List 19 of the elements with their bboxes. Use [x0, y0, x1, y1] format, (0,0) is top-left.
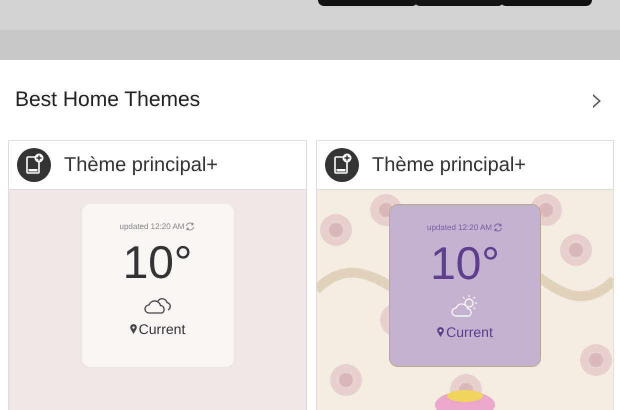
refresh-icon [492, 223, 503, 232]
theme-card[interactable]: Thème principal+ updated 12:20 AM 10° Current [316, 140, 614, 410]
refresh-icon [185, 222, 196, 231]
temperature: 10° [122, 239, 192, 285]
temperature: 10° [430, 240, 500, 286]
sun-cloud-icon [451, 294, 479, 318]
theme-icon [17, 148, 51, 182]
more-chevron[interactable]: › [586, 83, 608, 117]
location-pin-icon [437, 327, 444, 337]
location-pin-icon [130, 324, 137, 334]
theme-card[interactable]: Thème principal+ updated 12:20 AM 10° Current [8, 140, 307, 410]
updated-time: updated 12:20 AM [427, 223, 492, 232]
theme-name: Thème principal+ [372, 154, 526, 176]
theme-icon [325, 148, 359, 182]
theme-name: Thème principal+ [64, 154, 218, 176]
location-label: Current [138, 321, 186, 337]
location-label: Current [446, 324, 493, 340]
updated-time: updated 12:20 AM [120, 222, 184, 231]
section-title: Best Home Themes [15, 88, 200, 112]
